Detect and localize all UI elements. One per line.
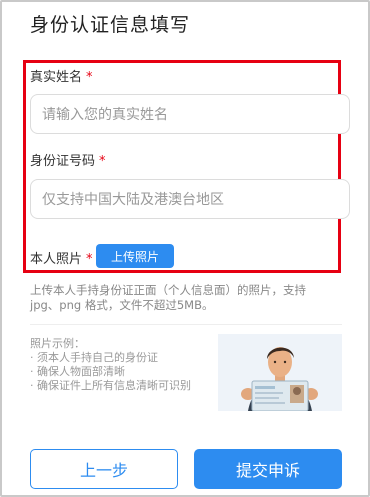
photo-example-rule: · 确保证件上所有信息清晰可识别 bbox=[30, 379, 191, 392]
upload-hint-line: jpg、png 格式，文件不超过5MB。 bbox=[30, 298, 214, 312]
id-number-label-text: 身份证号码 bbox=[30, 154, 96, 169]
upload-hint: 上传本人手持身份证正面（个人信息面）的照片，支持 jpg、png 格式，文件不超… bbox=[30, 283, 345, 313]
photo-example-text: 照片示例： · 须本人手持自己的身份证 · 确保人物面部清晰 · 确保证件上所有… bbox=[30, 337, 191, 393]
photo-label: 本人照片 * bbox=[30, 248, 93, 267]
id-number-input[interactable]: 仅支持中国大陆及港澳台地区 bbox=[30, 179, 350, 219]
real-name-label-text: 真实姓名 bbox=[30, 70, 83, 85]
required-marker: * bbox=[99, 154, 106, 169]
required-marker: * bbox=[86, 70, 93, 85]
id-number-placeholder: 仅支持中国大陆及港澳台地区 bbox=[42, 192, 224, 208]
photo-example-rule: · 须本人手持自己的身份证 bbox=[30, 351, 158, 364]
example-photo-icon bbox=[218, 334, 342, 411]
divider bbox=[30, 324, 342, 325]
real-name-placeholder: 请输入您的真实姓名 bbox=[42, 107, 168, 123]
upload-hint-line: 上传本人手持身份证正面（个人信息面）的照片，支持 bbox=[30, 283, 306, 297]
real-name-label: 真实姓名 * bbox=[30, 66, 93, 85]
photo-example-rule: · 确保人物面部清晰 bbox=[30, 365, 125, 378]
required-marker: * bbox=[86, 252, 93, 267]
real-name-input[interactable]: 请输入您的真实姓名 bbox=[30, 94, 350, 134]
upload-photo-button[interactable]: 上传照片 bbox=[96, 244, 174, 268]
previous-step-button[interactable]: 上一步 bbox=[30, 449, 178, 489]
photo-label-text: 本人照片 bbox=[30, 252, 83, 267]
page-title: 身份认证信息填写 bbox=[30, 14, 191, 36]
person-holding-id-card-illustration bbox=[218, 334, 342, 411]
submit-appeal-button[interactable]: 提交申诉 bbox=[194, 449, 342, 489]
id-number-label: 身份证号码 * bbox=[30, 150, 106, 169]
photo-example-heading: 照片示例： bbox=[30, 337, 85, 350]
